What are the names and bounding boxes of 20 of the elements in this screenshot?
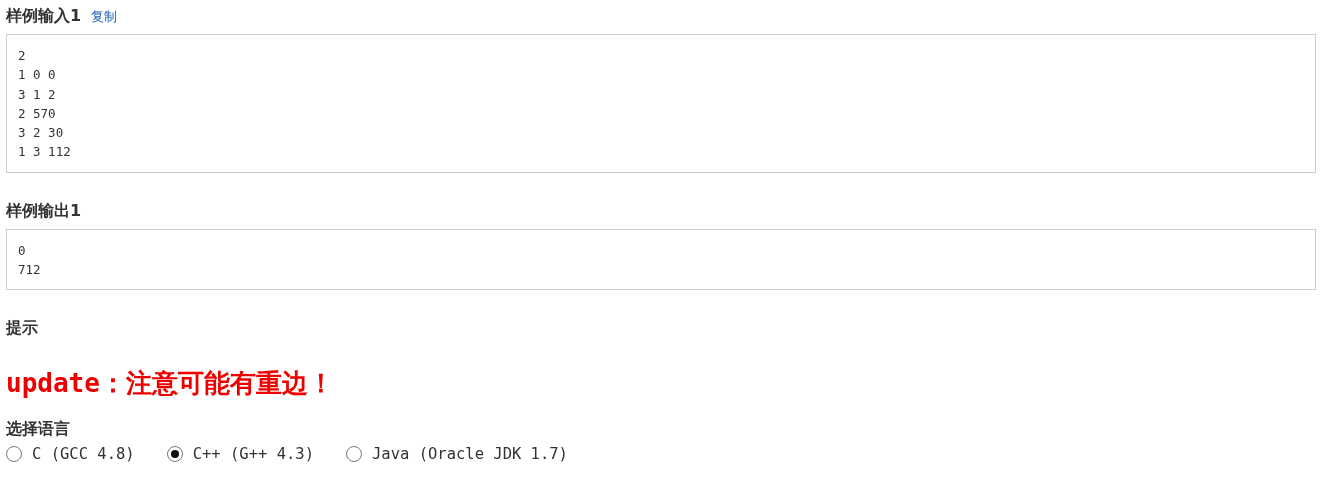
option-label[interactable]: Java (Oracle JDK 1.7) [372, 445, 568, 464]
sample-line: 1 0 0 [18, 66, 56, 85]
sample-line: 2 570 [18, 104, 56, 123]
option-label[interactable]: C++ (G++ 4.3) [192, 445, 314, 464]
radio-button[interactable] [346, 446, 362, 463]
sample-line: 2 [18, 47, 26, 65]
sample-line: 3 1 2 [18, 85, 56, 104]
radio-button[interactable] [166, 446, 183, 463]
section-title: 选择语言 [6, 419, 70, 441]
copy-link[interactable]: 复制 [91, 8, 118, 26]
hint-text: update：注意可能有重边！ [6, 367, 334, 401]
section-title: 样例输出1 [6, 200, 82, 222]
sample-line: 3 2 30 [18, 124, 64, 143]
section-title: 提示 [6, 318, 38, 340]
sample-line: 0 [18, 241, 26, 260]
section-title: 样例输入1 [6, 6, 82, 27]
sample-line: 1 3 112 [18, 143, 71, 162]
option-label[interactable]: C (GCC 4.8) [32, 445, 135, 464]
sample-line: 712 [18, 261, 41, 280]
radio-button[interactable] [6, 446, 22, 463]
